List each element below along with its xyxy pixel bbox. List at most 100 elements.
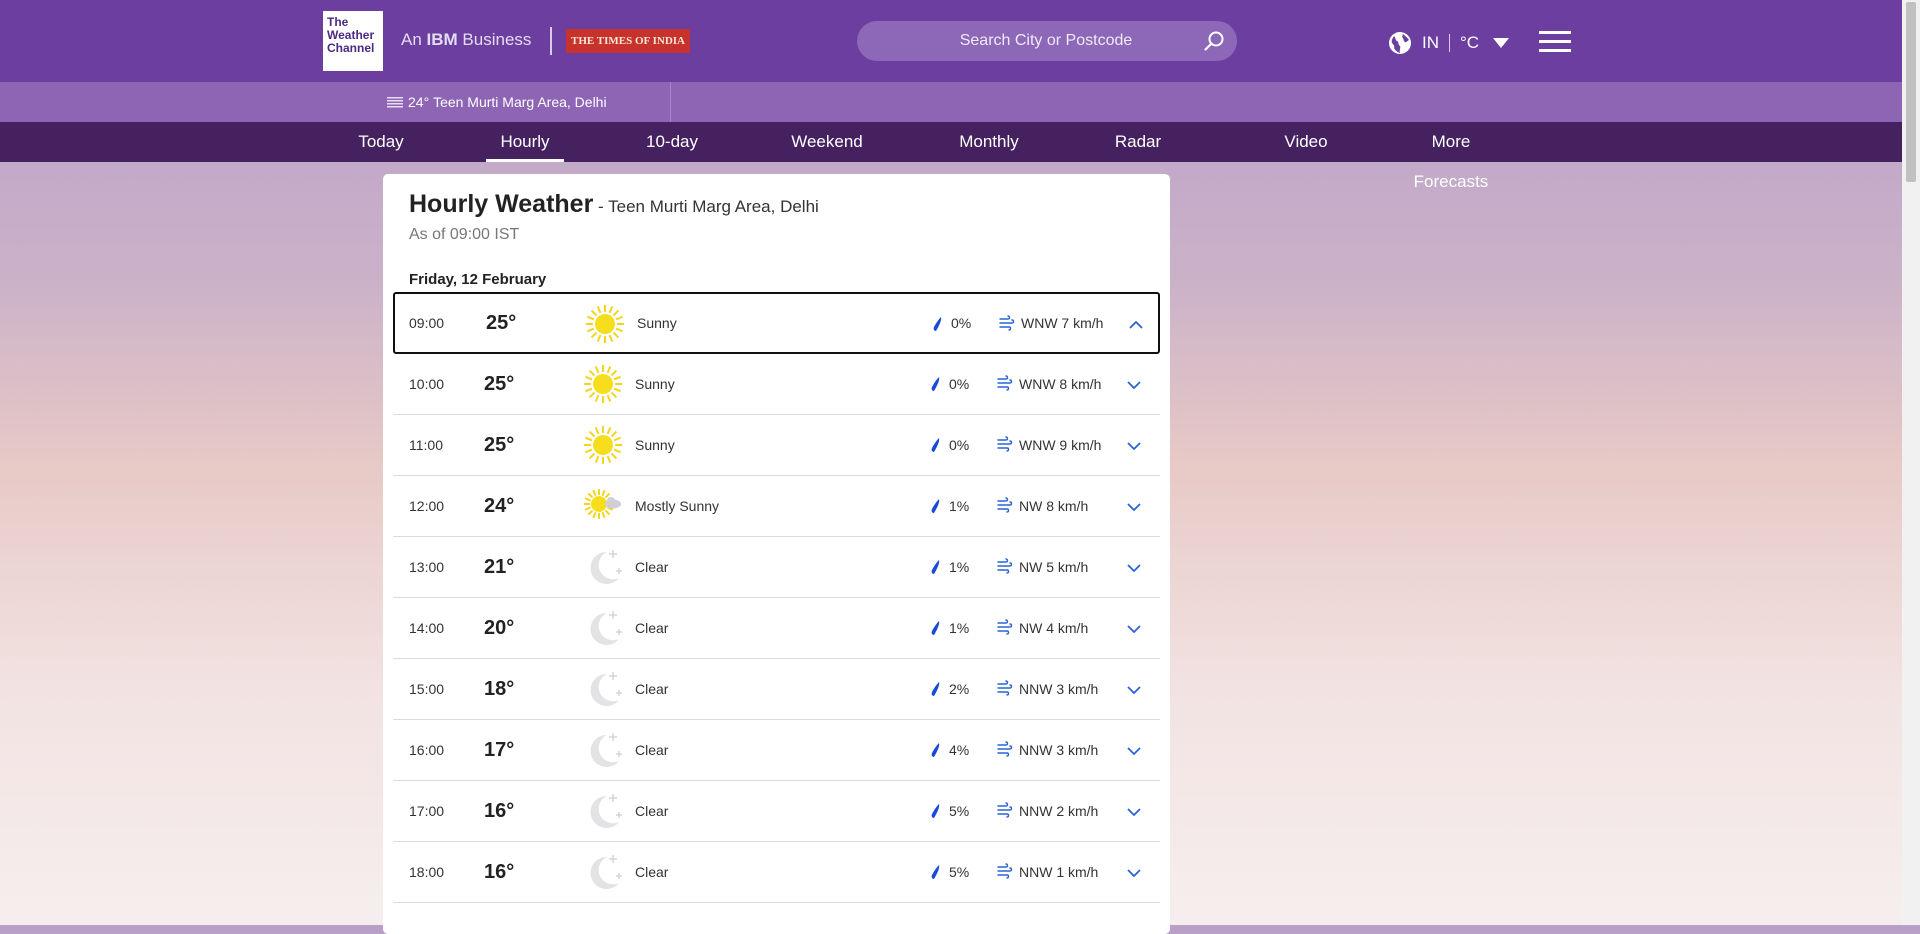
hour-time: 13:00 <box>409 559 445 575</box>
hour-precipitation: 0% <box>949 437 970 453</box>
times-of-india-logo[interactable]: THE TIMES OF INDIA <box>566 29 690 53</box>
raindrop-icon <box>931 620 941 636</box>
hour-precipitation: 4% <box>949 742 970 758</box>
hour-wind: WNW 7 km/h <box>1021 315 1104 331</box>
hour-wind: NNW 3 km/h <box>1019 681 1099 697</box>
forecast-nav: Today Hourly 10-day Weekend Monthly Rada… <box>0 122 1902 191</box>
hourly-row[interactable]: 18:00 16° Clear 5% NNW 1 km/h <box>393 842 1160 903</box>
hour-condition: Clear <box>635 620 669 636</box>
recent-location-temp: 24° <box>408 94 430 110</box>
wind-icon <box>999 315 1015 331</box>
hour-precipitation: 0% <box>951 315 972 331</box>
hour-time: 18:00 <box>409 864 445 880</box>
wind-icon <box>997 375 1013 391</box>
recent-locations-bar: 24° Teen Murti Marg Area, Delhi <box>0 82 1902 122</box>
tab-more-forecasts[interactable]: More Forecasts <box>1392 122 1510 191</box>
raindrop-icon <box>931 376 941 392</box>
hourly-row[interactable]: 14:00 20° Clear 1% NW 4 km/h <box>393 598 1160 659</box>
chevron-down-icon[interactable] <box>1126 439 1142 451</box>
chevron-up-icon[interactable] <box>1128 318 1144 330</box>
hourly-row[interactable]: 10:00 25° Sunny 0% WNW 8 km/h <box>393 354 1160 415</box>
wind-icon <box>997 497 1013 513</box>
chevron-down-icon[interactable] <box>1126 866 1142 878</box>
hourly-row[interactable]: 11:00 25° Sunny 0% WNW 9 km/h <box>393 415 1160 476</box>
tab-monthly[interactable]: Monthly <box>952 122 1026 162</box>
chevron-down-icon[interactable] <box>1126 378 1142 390</box>
hour-time: 12:00 <box>409 498 445 514</box>
hour-condition: Clear <box>635 559 669 575</box>
raindrop-icon <box>931 559 941 575</box>
raindrop-icon <box>931 742 941 758</box>
hour-wind: NW 4 km/h <box>1019 620 1089 636</box>
hour-wind: NNW 1 km/h <box>1019 864 1099 880</box>
search-icon[interactable] <box>1203 30 1225 52</box>
hour-time: 17:00 <box>409 803 445 819</box>
chevron-down-icon[interactable] <box>1126 744 1142 756</box>
hour-wind: NW 5 km/h <box>1019 559 1089 575</box>
hourly-row[interactable]: 16:00 17° Clear 4% NNW 3 km/h <box>393 720 1160 781</box>
locale-selector[interactable]: IN °C <box>1388 28 1510 58</box>
hourly-list: 09:00 25° Sunny 0% WNW 7 km/h 10:00 25° Sunny 0%… <box>393 292 1160 903</box>
hamburger-menu-icon[interactable] <box>1539 30 1571 54</box>
hour-time: 10:00 <box>409 376 445 392</box>
ibm-business-tagline: An IBM Business <box>401 30 531 50</box>
hourly-row[interactable]: 09:00 25° Sunny 0% WNW 7 km/h <box>393 292 1160 354</box>
hourly-row[interactable]: 15:00 18° Clear 2% NNW 3 km/h <box>393 659 1160 720</box>
tab-weekend[interactable]: Weekend <box>788 122 866 162</box>
hour-temperature: 18° <box>484 678 515 700</box>
hourly-forecast-card: Hourly Weather - Teen Murti Marg Area, D… <box>383 174 1170 934</box>
scrollbar-thumb[interactable] <box>1906 2 1916 182</box>
hour-condition: Clear <box>635 864 669 880</box>
mostly-sunny-icon <box>583 486 623 526</box>
hour-precipitation: 1% <box>949 620 970 636</box>
hour-precipitation: 5% <box>949 864 970 880</box>
tab-video[interactable]: Video <box>1280 122 1332 162</box>
raindrop-icon <box>933 316 943 332</box>
recent-location-item[interactable]: 24° Teen Murti Marg Area, Delhi <box>386 82 671 122</box>
hour-temperature: 25° <box>484 434 515 456</box>
search-bar <box>857 21 1237 61</box>
hourly-row[interactable]: 13:00 21° Clear 1% NW 5 km/h <box>393 537 1160 598</box>
search-input[interactable] <box>857 21 1187 61</box>
hourly-row[interactable]: 12:00 24° Mostly Sunny 1% NW 8 km/h <box>393 476 1160 537</box>
tab-10-day[interactable]: 10-day <box>636 122 708 162</box>
chevron-down-icon[interactable] <box>1126 622 1142 634</box>
chevron-down-icon[interactable] <box>1126 805 1142 817</box>
hour-wind: NNW 2 km/h <box>1019 803 1099 819</box>
page-scrollbar[interactable] <box>1902 0 1920 925</box>
hour-wind: WNW 9 km/h <box>1019 437 1102 453</box>
chevron-down-icon[interactable] <box>1126 561 1142 573</box>
chevron-down-icon[interactable] <box>1126 683 1142 695</box>
raindrop-icon <box>931 437 941 453</box>
hourly-row[interactable]: 17:00 16° Clear 5% NNW 2 km/h <box>393 781 1160 842</box>
hour-condition: Clear <box>635 681 669 697</box>
hour-time: 16:00 <box>409 742 445 758</box>
chevron-down-icon[interactable] <box>1126 500 1142 512</box>
tab-hourly[interactable]: Hourly <box>486 122 564 162</box>
moon-icon <box>583 791 623 831</box>
header-divider <box>550 27 552 55</box>
hour-wind: NNW 3 km/h <box>1019 742 1099 758</box>
weather-channel-logo[interactable]: The Weather Channel <box>323 11 383 71</box>
wind-icon <box>997 863 1013 879</box>
globe-icon <box>1389 32 1411 54</box>
tagline-suffix: Business <box>457 30 532 49</box>
hour-wind: WNW 8 km/h <box>1019 376 1102 392</box>
hour-temperature: 16° <box>484 861 515 883</box>
hour-condition: Clear <box>635 742 669 758</box>
hour-time: 14:00 <box>409 620 445 636</box>
card-heading: Hourly Weather - Teen Murti Marg Area, D… <box>409 190 819 219</box>
tab-today[interactable]: Today <box>352 122 410 162</box>
tagline-brand: IBM <box>426 30 458 49</box>
recent-location-name: Teen Murti Marg Area, Delhi <box>433 94 607 110</box>
hour-temperature: 16° <box>484 800 515 822</box>
wind-icon <box>997 619 1013 635</box>
sun-icon <box>583 364 623 404</box>
hour-temperature: 17° <box>484 739 515 761</box>
tab-radar[interactable]: Radar <box>1110 122 1166 162</box>
moon-icon <box>583 608 623 648</box>
wind-icon <box>997 802 1013 818</box>
wind-icon <box>997 741 1013 757</box>
raindrop-icon <box>931 864 941 880</box>
hour-time: 15:00 <box>409 681 445 697</box>
